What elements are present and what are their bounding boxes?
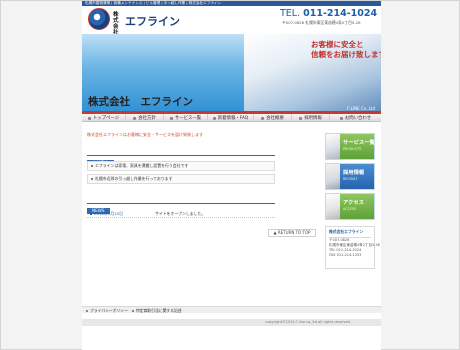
nav-bullet-icon [299, 116, 303, 120]
page-container: 札幌市建物清掃 | 設備メンテナンス | ビル管理 | 引っ越し作業 | 株式会… [82, 1, 381, 350]
sidebar-button-panel: アクセス ACCESS [340, 194, 374, 219]
footer-link-privacy[interactable]: プライバシーポリシー [86, 307, 128, 314]
nav-item-recruit[interactable]: 採用情報 [292, 114, 330, 122]
footer-link-label: 特定商取引法に関する記述 [136, 308, 182, 313]
access-photo [326, 194, 340, 219]
service-item: 札幌市近郊の引っ越し作業を行っております [87, 174, 275, 184]
copyright: copyright©2014 F-line co.,ltd all rights… [82, 319, 381, 326]
nav-bullet-icon [261, 116, 265, 120]
news-date: 2014年1月15日 [90, 209, 123, 218]
sidebar-button-access[interactable]: アクセス ACCESS [325, 193, 375, 220]
bullet-icon [132, 310, 134, 312]
logo-company-type: 株式会社 [113, 12, 119, 36]
bullet-icon [90, 213, 92, 215]
nav-item-company[interactable]: 会社概要 [254, 114, 292, 122]
section-heading-news: NEWS [87, 197, 275, 214]
hero-title: 株式会社 エフライン [88, 96, 193, 108]
services-photo [326, 134, 340, 159]
nav-item-services[interactable]: サービス一覧 [164, 114, 208, 122]
nav-item-contact[interactable]: お問い合わせ [330, 114, 381, 122]
nav-bullet-icon [169, 116, 173, 120]
service-text: エフラインは家電、家具を運搬し設置を行う会社です [95, 163, 189, 168]
sidebar-button-label: アクセス [343, 200, 364, 206]
sidebar-button-label: 採用情報 [343, 170, 365, 176]
bullet-icon [86, 310, 88, 312]
hero-banner: お客様に安全と 信頼をお届け致します F-LINE Co.,Ltd 株式会社 エ… [82, 34, 381, 114]
bullet-icon [91, 165, 93, 167]
sidebar-button-panel: サービス一覧 PRODUCTS [340, 134, 375, 159]
news-date-text: 2014年1月15日 [94, 211, 123, 216]
service-item: エフラインは家電、家具を運搬し設置を行う会社です [87, 161, 275, 171]
nav-item-label: 新着情報・FAQ [217, 116, 249, 121]
sidebar-button-recruit[interactable]: 採用情報 RECRUIT [325, 163, 375, 190]
nav-item-label: お問い合わせ [344, 116, 372, 121]
nav-item-policy[interactable]: 会社方針 [126, 114, 164, 122]
browser-frame: 札幌市建物清掃 | 設備メンテナンス | ビル管理 | 引っ越し作業 | 株式会… [0, 0, 460, 350]
nav-item-label: トップページ [92, 116, 120, 121]
sidebar-button-sublabel: RECRUIT [343, 177, 358, 181]
footer-link-label: プライバシーポリシー [90, 308, 128, 313]
footer-links: プライバシーポリシー 特定商取引法に関する記述 [82, 306, 381, 313]
return-to-top-button[interactable]: ▲ RETURN TO TOP [268, 229, 316, 237]
sidebar-button-sublabel: ACCESS [343, 207, 357, 211]
company-info-box: 株式会社エフライン 〒007-0826 札幌市東区東苗穂4条2丁目5-26 TE… [325, 226, 380, 269]
sidebar-button-panel: 採用情報 RECRUIT [340, 164, 374, 189]
nav-bullet-icon [339, 116, 343, 120]
hero-copy-line2: 信頼をお届け致します [311, 50, 381, 59]
global-nav: トップページ 会社方針 サービス一覧 新着情報・FAQ 会社概要 採用情報 お問… [82, 114, 381, 122]
hero-copy-line1: お客様に安全と [311, 40, 364, 49]
logo-mark-icon [88, 8, 110, 30]
sidebar-button-sublabel: PRODUCTS [343, 147, 362, 151]
nav-bullet-icon [133, 116, 137, 120]
site-logo[interactable]: 株式会社 エフライン [88, 8, 180, 36]
nav-bullet-icon [212, 116, 216, 120]
intro-text: 株式会社エフラインはお客様に安全・サービスを届け致致します [87, 132, 203, 137]
header-topline: 札幌市建物清掃 | 設備メンテナンス | ビル管理 | 引っ越し作業 | 株式会… [82, 1, 381, 6]
nav-bullet-icon [87, 116, 91, 120]
news-text: サイトをオープンしました。 [155, 211, 206, 216]
header-phone: TEL. 011-214-1024 [280, 8, 377, 19]
sidebar-button-services[interactable]: サービス一覧 PRODUCTS [325, 133, 375, 160]
recruit-photo [326, 164, 340, 189]
service-text: 札幌市近郊の引っ越し作業を行っております [95, 176, 173, 181]
phone-number: 011-214-1024 [303, 8, 378, 19]
nav-item-label: サービス一覧 [174, 116, 202, 121]
logo-company-name: エフライン [125, 15, 180, 28]
sidebar-button-label: サービス一覧 [343, 140, 375, 146]
footer-link-commerce-law[interactable]: 特定商取引法に関する記述 [132, 307, 182, 314]
company-name: 株式会社エフライン [329, 229, 371, 238]
company-fax: FAX 011-214-1333 [329, 253, 362, 257]
nav-item-label: 会社方針 [138, 116, 156, 121]
hero-catchcopy: お客様に安全と 信頼をお届け致します [311, 40, 381, 60]
header-address: 〒007-0826 札幌市東区東苗穂4条2丁目5-26 [282, 20, 361, 25]
news-item[interactable]: 2014年1月15日 サイトをオープンしました。 [87, 209, 275, 218]
phone-label: TEL. [280, 8, 301, 19]
section-heading-about: 会社案内 [87, 149, 275, 166]
nav-item-news-faq[interactable]: 新着情報・FAQ [208, 114, 254, 122]
bullet-icon [91, 178, 93, 180]
nav-item-top[interactable]: トップページ [82, 114, 126, 122]
nav-item-label: 会社概要 [266, 116, 284, 121]
nav-item-label: 採用情報 [304, 116, 322, 121]
